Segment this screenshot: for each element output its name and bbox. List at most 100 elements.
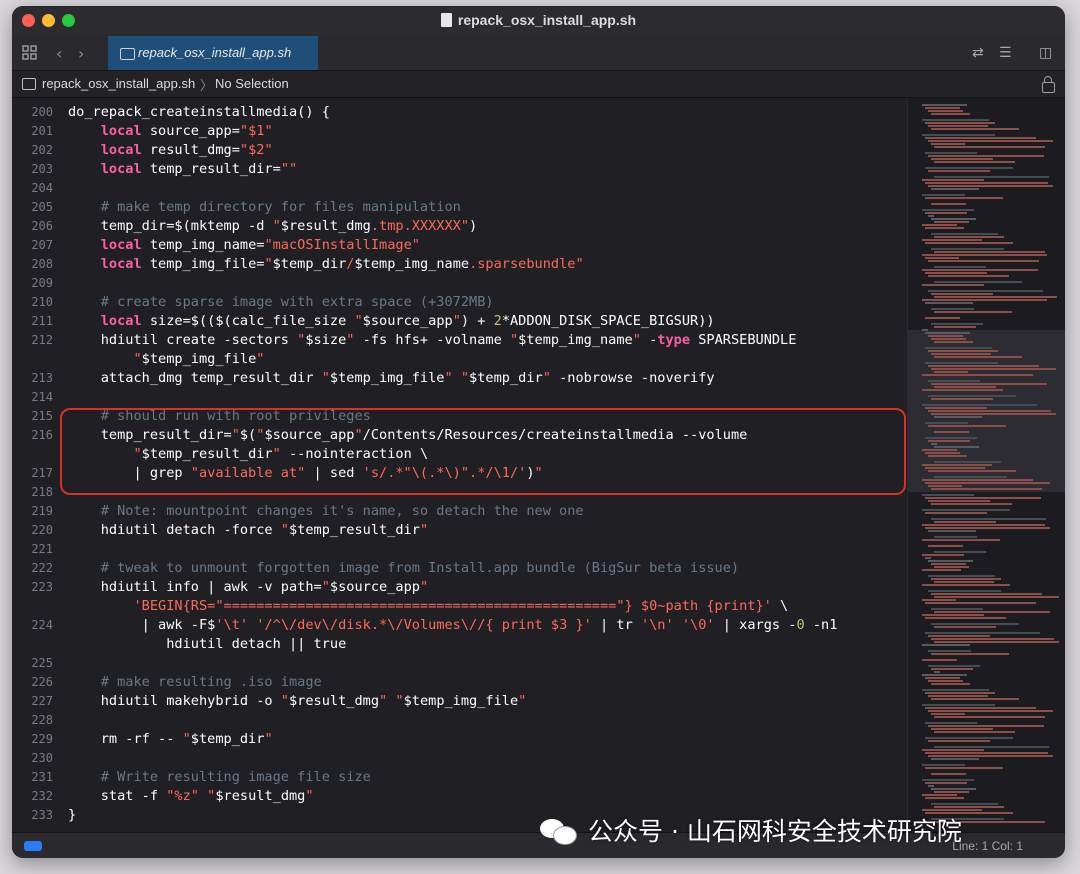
code-line[interactable]: 221 bbox=[12, 540, 907, 559]
code-line[interactable]: 209 bbox=[12, 274, 907, 293]
title-bar: repack_osx_install_app.sh bbox=[12, 6, 1065, 36]
code-line[interactable]: 210 # create sparse image with extra spa… bbox=[12, 293, 907, 312]
code-token: \ bbox=[771, 598, 789, 614]
minimap-line bbox=[922, 584, 1011, 586]
minimap-line bbox=[928, 350, 998, 352]
grid-icon[interactable] bbox=[22, 45, 37, 60]
code-line[interactable]: 'BEGIN{RS="=============================… bbox=[12, 597, 907, 616]
code-token: local bbox=[100, 256, 142, 272]
minimap-line bbox=[922, 659, 957, 661]
code-line[interactable]: hdiutil detach || true bbox=[12, 635, 907, 654]
code-line[interactable]: 222 # tweak to unmount forgotten image f… bbox=[12, 559, 907, 578]
code-line[interactable]: "$temp_img_file" bbox=[12, 350, 907, 369]
wechat-icon bbox=[540, 817, 580, 845]
code-line[interactable]: 205 # make temp directory for files mani… bbox=[12, 198, 907, 217]
code-line[interactable]: 226 # make resulting .iso image bbox=[12, 673, 907, 692]
code-line[interactable]: 211 local size=$(($(calc_file_size "$sou… bbox=[12, 312, 907, 331]
minimap-line bbox=[925, 617, 1007, 619]
line-number: 202 bbox=[31, 143, 53, 157]
minimap-line bbox=[922, 764, 966, 766]
code-line[interactable]: 220 hdiutil detach -force "$temp_result_… bbox=[12, 521, 907, 540]
code-line[interactable]: 223 hdiutil info | awk -v path="$source_… bbox=[12, 578, 907, 597]
lock-icon[interactable] bbox=[1042, 76, 1055, 93]
minimap-line bbox=[931, 803, 999, 805]
code-token: ) bbox=[526, 465, 535, 481]
lines-icon[interactable]: ☰ bbox=[999, 45, 1012, 61]
code-token: " bbox=[321, 370, 330, 386]
tab-repack-script[interactable]: repack_osx_install_app.sh bbox=[108, 36, 318, 70]
minimap-line bbox=[925, 512, 987, 514]
minimap[interactable] bbox=[907, 98, 1065, 832]
minimap-line bbox=[928, 125, 989, 127]
code-line[interactable]: 214 bbox=[12, 388, 907, 407]
minimap-line bbox=[925, 167, 1014, 169]
line-number: 225 bbox=[31, 656, 53, 670]
minimap-line bbox=[928, 560, 973, 562]
forward-chevron-icon[interactable]: › bbox=[78, 44, 84, 63]
code-line[interactable]: 202 local result_dmg="$2" bbox=[12, 141, 907, 160]
code-token: | tr bbox=[591, 617, 641, 633]
code-line[interactable]: 218 bbox=[12, 483, 907, 502]
code-token: .sparsebundle" bbox=[469, 256, 584, 272]
minimap-line bbox=[925, 122, 995, 124]
jump-bar-file[interactable]: repack_osx_install_app.sh bbox=[42, 76, 195, 91]
code-line[interactable]: 228 bbox=[12, 711, 907, 730]
line-number: 207 bbox=[31, 238, 53, 252]
code-line[interactable]: 206 temp_dir=$(mktemp -d "$result_dmg.tm… bbox=[12, 217, 907, 236]
minimap-line bbox=[934, 626, 996, 628]
code-line[interactable]: 224 | awk -F$'\t' '/^\/dev\/disk.*\/Volu… bbox=[12, 616, 907, 635]
minimap-line bbox=[928, 170, 990, 172]
code-line[interactable]: 217 | grep "available at" | sed 's/.*"\(… bbox=[12, 464, 907, 483]
minimap-line bbox=[934, 596, 1059, 598]
minimap-line bbox=[922, 779, 974, 781]
line-number: 227 bbox=[31, 694, 53, 708]
code-editor[interactable]: 200 do_repack_createinstallmedia() {201 l… bbox=[12, 98, 907, 832]
code-line[interactable]: 230 bbox=[12, 749, 907, 768]
code-line[interactable]: 207 local temp_img_name="macOSInstallIma… bbox=[12, 236, 907, 255]
minimap-line bbox=[928, 290, 1043, 292]
jump-bar-selection[interactable]: No Selection bbox=[215, 76, 289, 91]
code-line[interactable]: 201 local source_app="$1" bbox=[12, 122, 907, 141]
code-token: "macOSInstallImage" bbox=[264, 237, 420, 253]
watermark: 公众号 · 山石网科安全技术研究院 bbox=[540, 812, 962, 848]
minimap-line bbox=[922, 284, 984, 286]
code-line[interactable]: 231 # Write resulting image file size bbox=[12, 768, 907, 787]
code-line[interactable]: 216 temp_result_dir="$("$source_app"/Con… bbox=[12, 426, 907, 445]
minimap-line bbox=[928, 365, 1039, 367]
code-token: $temp_result_dir bbox=[288, 522, 420, 538]
line-number: 210 bbox=[31, 295, 53, 309]
code-line[interactable]: 208 local temp_img_file="$temp_dir/$temp… bbox=[12, 255, 907, 274]
jump-bar-separator: 〉 bbox=[200, 78, 214, 93]
code-line[interactable]: "$temp_result_dir" --nointeraction \ bbox=[12, 445, 907, 464]
minimap-line bbox=[925, 692, 995, 694]
minimap-line bbox=[922, 674, 967, 676]
code-token: $temp_img_file bbox=[141, 351, 257, 367]
sidebar-toggle-icon[interactable]: ◫ bbox=[1039, 45, 1052, 61]
back-chevron-icon[interactable]: ‹ bbox=[56, 44, 62, 63]
swap-arrows-icon[interactable]: ⇄ bbox=[972, 45, 984, 61]
code-line[interactable]: 225 bbox=[12, 654, 907, 673]
code-line[interactable]: 219 # Note: mountpoint changes it's name… bbox=[12, 502, 907, 521]
code-line[interactable]: 200 do_repack_createinstallmedia() { bbox=[12, 103, 907, 122]
status-indicator[interactable] bbox=[24, 841, 42, 851]
minimap-line bbox=[928, 425, 1007, 427]
code-line[interactable]: 212 hdiutil create -sectors " $size " -fs … bbox=[12, 331, 907, 350]
code-line[interactable]: 215 # should run with root privileges bbox=[12, 407, 907, 426]
minimap-line bbox=[934, 371, 968, 373]
tab-label: repack_osx_install_app.sh bbox=[138, 45, 292, 60]
code-token: 'BEGIN{RS="=============================… bbox=[133, 598, 772, 614]
code-token: $result_dmg bbox=[215, 788, 306, 804]
code-line[interactable]: 204 bbox=[12, 179, 907, 198]
code-text: attach_dmg temp_result_dir "$temp_img_fi… bbox=[68, 369, 715, 388]
code-line[interactable]: 232 stat -f "%z" "$result_dmg" bbox=[12, 787, 907, 806]
code-line[interactable]: 203 local temp_result_dir="" bbox=[12, 160, 907, 179]
code-line[interactable]: 229 rm -rf -- "$temp_dir" bbox=[12, 730, 907, 749]
code-token: " bbox=[419, 579, 429, 595]
code-line[interactable]: 227 hdiutil makehybrid -o "$result_dmg" … bbox=[12, 692, 907, 711]
code-line[interactable]: 213 attach_dmg temp_result_dir "$temp_im… bbox=[12, 369, 907, 388]
